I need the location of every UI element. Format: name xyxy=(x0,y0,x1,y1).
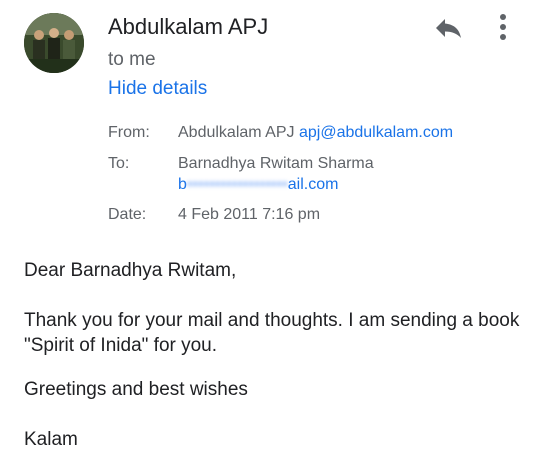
to-email-redacted: •••••••••••••••••• xyxy=(186,176,288,193)
reply-icon xyxy=(436,19,461,38)
from-email-link[interactable]: apj@abdulkalam.com xyxy=(299,124,453,141)
to-label: To: xyxy=(108,155,130,172)
to-email-prefix: b xyxy=(178,176,187,193)
to-name: Barnadhya Rwitam Sharma xyxy=(178,155,374,172)
hide-details-link[interactable]: Hide details xyxy=(108,78,207,100)
message-paragraph: Thank you for your mail and thoughts. I … xyxy=(24,310,520,356)
date-value: 4 Feb 2011 7:16 pm xyxy=(178,206,321,223)
more-vert-icon xyxy=(500,14,506,40)
from-name: Abdulkalam APJ xyxy=(178,124,295,141)
message-signature: Kalam xyxy=(24,429,78,450)
to-email-link[interactable]: b••••••••••••••••••ail.com xyxy=(178,176,338,194)
more-options-button[interactable] xyxy=(488,10,518,44)
recipient-summary: to me xyxy=(108,49,156,70)
sender-avatar[interactable] xyxy=(24,13,84,73)
profile-photo-icon xyxy=(24,13,84,73)
from-value: Abdulkalam APJ apj@abdulkalam.com xyxy=(178,124,453,142)
message-greeting: Dear Barnadhya Rwitam, xyxy=(24,260,237,281)
reply-button[interactable] xyxy=(430,12,466,44)
sender-name: Abdulkalam APJ xyxy=(108,14,269,39)
date-label: Date: xyxy=(108,206,147,223)
message-closing: Greetings and best wishes xyxy=(24,379,248,400)
from-label: From: xyxy=(108,124,150,141)
to-email-suffix: ail.com xyxy=(287,176,339,193)
